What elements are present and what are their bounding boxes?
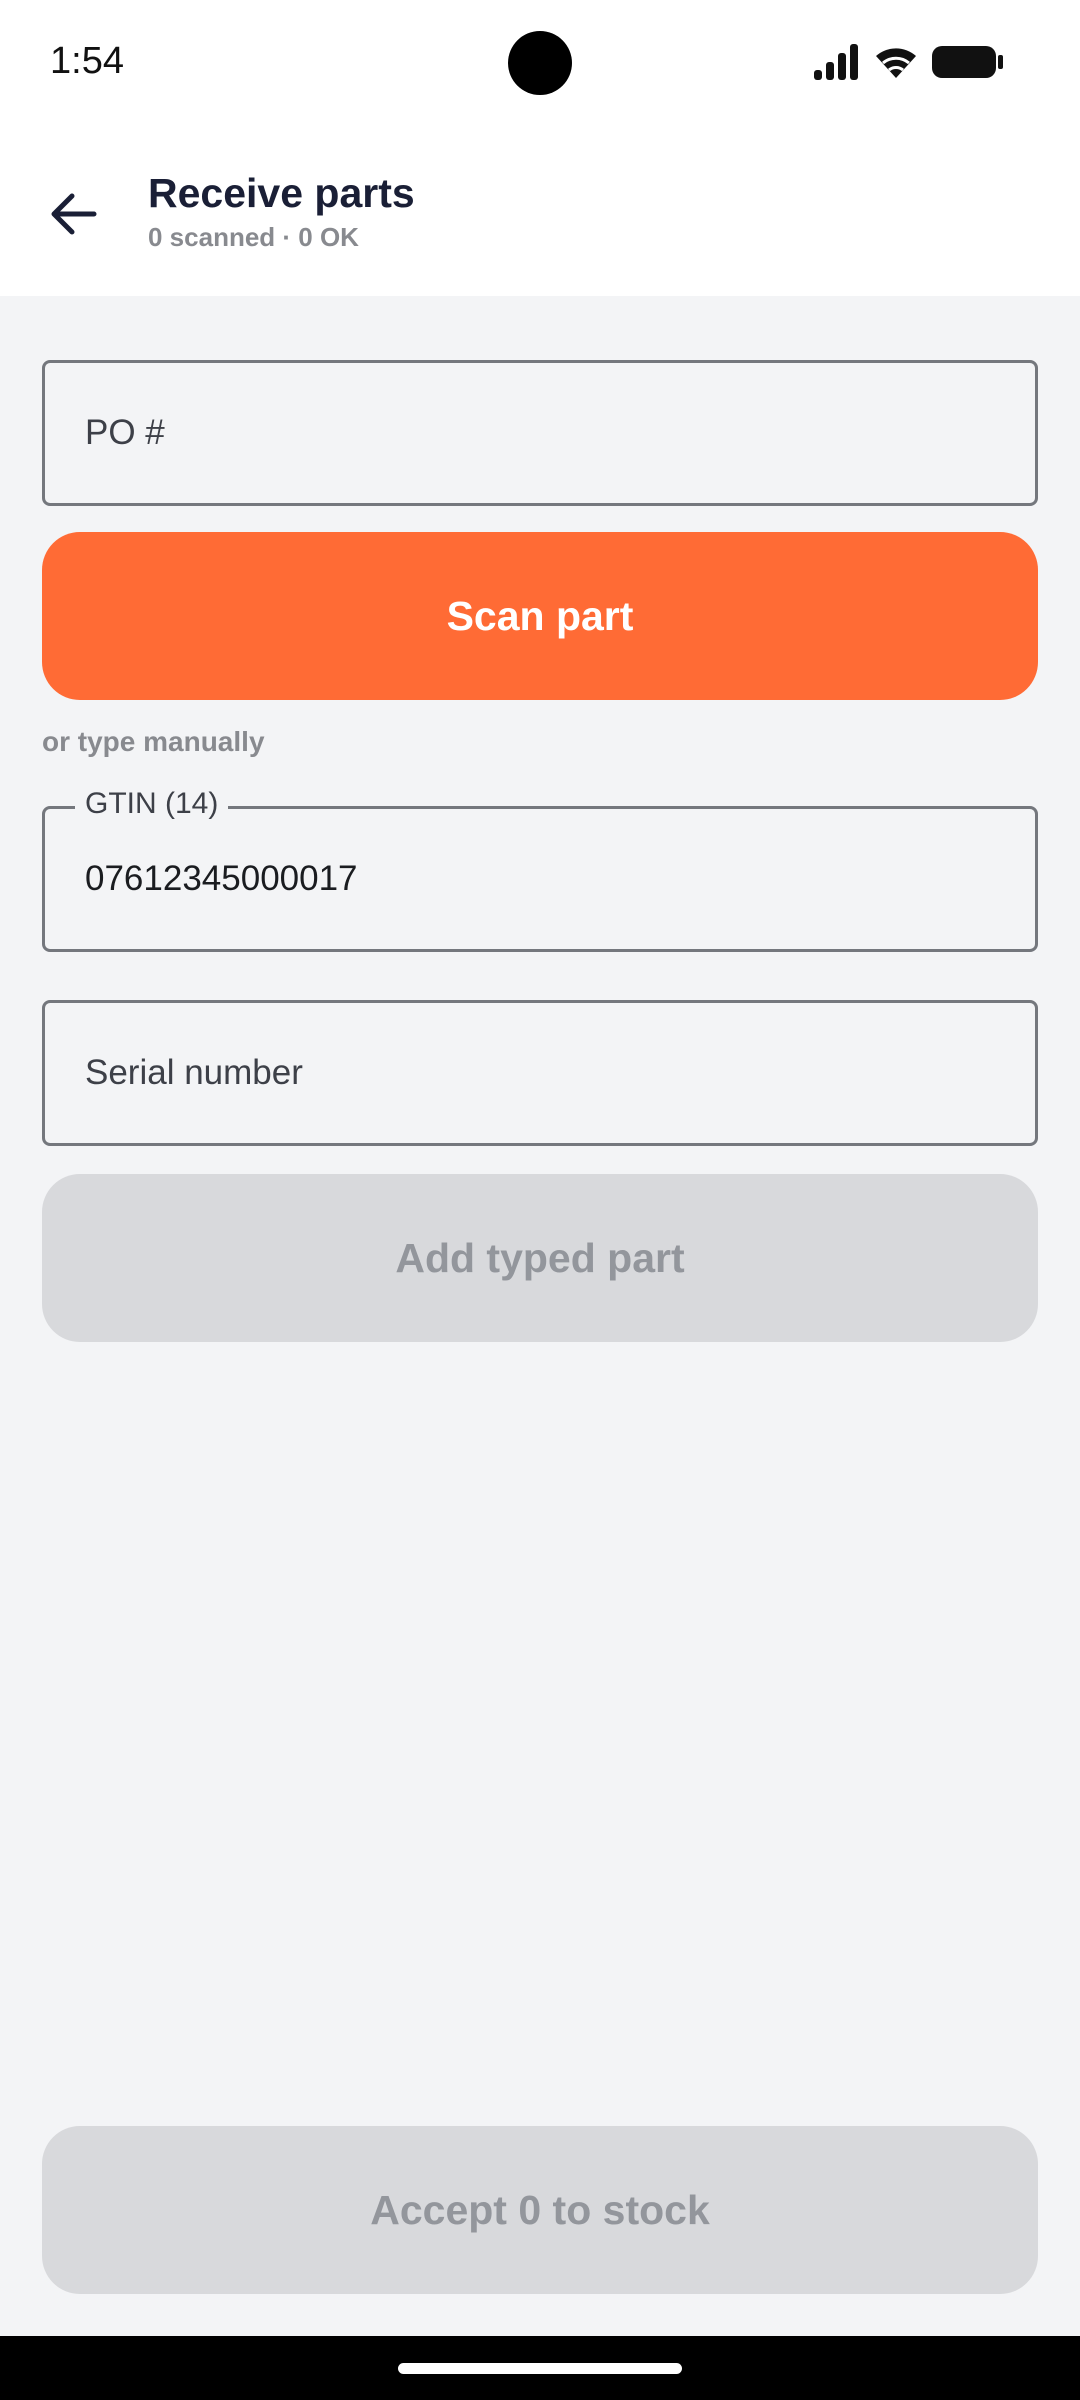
wifi-icon xyxy=(874,44,918,85)
scan-part-button[interactable]: Scan part xyxy=(42,532,1038,700)
back-button[interactable] xyxy=(36,178,112,254)
accept-to-stock-button[interactable]: Accept 0 to stock xyxy=(42,2126,1038,2294)
camera-cutout xyxy=(508,31,572,95)
status-icons xyxy=(814,43,1004,85)
manual-entry-hint: or type manually xyxy=(42,726,265,757)
serial-number-field[interactable]: Serial number xyxy=(42,1000,1038,1146)
add-typed-part-button[interactable]: Add typed part xyxy=(42,1174,1038,1342)
arrow-left-icon xyxy=(50,192,98,241)
home-indicator[interactable] xyxy=(398,2363,682,2374)
signal-icon xyxy=(814,43,860,85)
status-time: 1:54 xyxy=(50,40,124,82)
status-bar: 1:54 xyxy=(0,0,1080,128)
scan-summary: 0 scanned · 0 OK xyxy=(148,222,359,252)
battery-icon xyxy=(932,44,1004,85)
page-title: Receive parts xyxy=(148,170,415,216)
serial-number-placeholder: Serial number xyxy=(85,1053,303,1092)
app-bar: Receive parts 0 scanned · 0 OK xyxy=(0,128,1080,296)
gtin-value: 07612345000017 xyxy=(85,859,358,898)
po-number-field[interactable]: PO # xyxy=(42,360,1038,506)
gtin-field[interactable]: GTIN (14) 07612345000017 xyxy=(42,787,1038,952)
gtin-label: GTIN (14) xyxy=(75,787,229,821)
po-number-placeholder: PO # xyxy=(85,413,165,452)
